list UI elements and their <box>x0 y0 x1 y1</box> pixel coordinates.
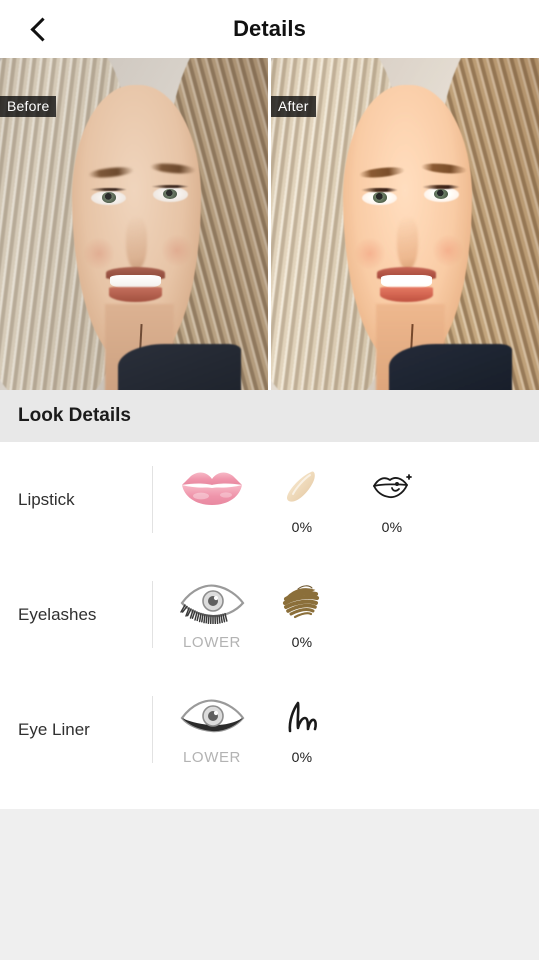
lip-gloss-swatch-icon <box>280 464 324 510</box>
lip-finish-option[interactable]: 0% <box>355 464 429 536</box>
before-after-comparison: Before After <box>0 58 539 390</box>
before-label: Before <box>0 96 57 117</box>
row-label-eye-liner: Eye Liner <box>18 719 90 739</box>
after-image-pane[interactable]: After <box>271 58 539 390</box>
brown-brush-swatch-icon <box>278 579 326 625</box>
eyelash-eye-icon <box>176 579 248 625</box>
look-details-section-header: Look Details <box>0 390 539 442</box>
back-button[interactable] <box>12 0 68 58</box>
option-caption: LOWER <box>182 633 241 651</box>
details-screen: Details Before After Look Details Lipsti… <box>0 0 539 960</box>
eyeliner-position-option[interactable]: LOWER <box>175 694 249 766</box>
option-caption: 0% <box>381 518 403 535</box>
option-caption: 0% <box>291 518 313 535</box>
row-options-lipstick: 0% 0% <box>153 464 429 536</box>
option-caption: 0% <box>291 633 313 650</box>
before-image-pane[interactable]: Before <box>0 58 268 390</box>
list-item[interactable]: Eyelashes LOWER 0% <box>0 557 539 672</box>
look-details-list: Lipstick 0% 0% Eyelashes LOWER 0% Eye Li… <box>0 442 539 809</box>
navigation-bar: Details <box>0 0 539 58</box>
eyelash-color-option[interactable]: 0% <box>265 579 339 651</box>
eyelash-position-option[interactable]: LOWER <box>175 579 249 651</box>
section-title: Look Details <box>18 405 131 426</box>
after-label: After <box>271 96 316 117</box>
lip-outline-icon <box>368 464 416 510</box>
lips-icon <box>181 464 243 510</box>
page-title: Details <box>233 16 306 41</box>
list-item[interactable]: Eye Liner LOWER 0% <box>0 672 539 787</box>
row-options-eye-liner: LOWER 0% <box>153 694 339 766</box>
row-label-eyelashes: Eyelashes <box>18 604 97 624</box>
option-caption: 0% <box>291 748 313 765</box>
eyeliner-stroke-icon <box>278 694 326 740</box>
row-label-lipstick: Lipstick <box>18 489 75 509</box>
eyeliner-color-option[interactable]: 0% <box>265 694 339 766</box>
chevron-left-icon <box>30 16 55 42</box>
list-item[interactable]: Lipstick 0% 0% <box>0 442 539 557</box>
option-caption: LOWER <box>182 748 241 766</box>
eyeliner-eye-icon <box>176 694 248 740</box>
lipstick-color-option[interactable] <box>175 464 249 536</box>
lip-gloss-option[interactable]: 0% <box>265 464 339 536</box>
row-options-eyelashes: LOWER 0% <box>153 579 339 651</box>
